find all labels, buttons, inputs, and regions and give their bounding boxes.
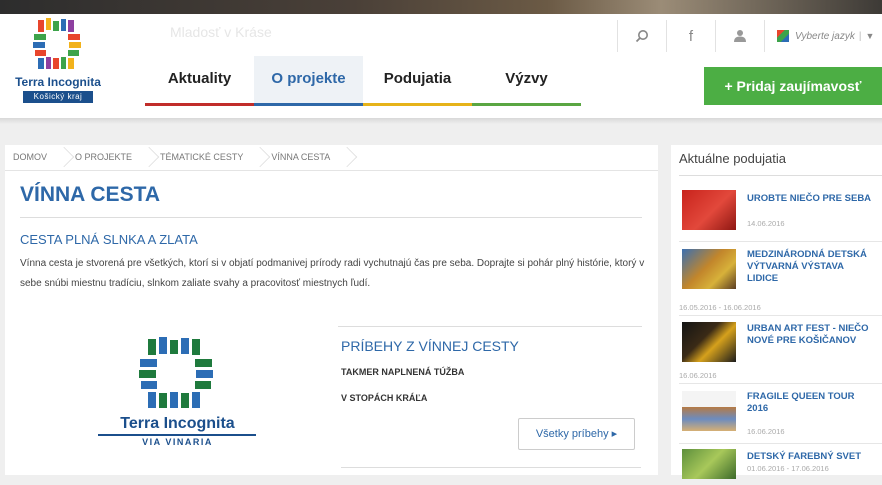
- event-item[interactable]: URBAN ART FEST - NIEČO NOVÉ PRE KOŠIČANO…: [679, 317, 882, 384]
- nav-item-vyzvy[interactable]: Výzvy: [472, 56, 581, 106]
- nav-item-podujatia[interactable]: Podujatia: [363, 56, 472, 106]
- logo-big-sub: VIA VINARIA: [142, 437, 213, 447]
- search-button[interactable]: [617, 20, 666, 52]
- event-date: 16.06.2016: [679, 371, 717, 380]
- event-date: 14.06.2016: [747, 219, 785, 228]
- logo-mark-icon: [33, 18, 81, 69]
- google-translate-icon: [777, 30, 789, 42]
- main-content: DOMOV O PROJEKTE TÉMATICKÉ CESTY VÍNNA C…: [5, 145, 658, 475]
- nav-item-aktuality[interactable]: Aktuality: [145, 56, 254, 106]
- all-stories-button[interactable]: Všetky príbehy ▸: [518, 418, 635, 450]
- event-item[interactable]: UROBTE NIEČO PRE SEBA 14.06.2016: [679, 183, 882, 242]
- language-label: Vyberte jazyk: [795, 30, 855, 42]
- event-title[interactable]: DETSKÝ FAREBNÝ SVET: [747, 451, 877, 463]
- event-title[interactable]: FRAGILE QUEEN TOUR 2016: [747, 391, 877, 415]
- event-date: 16.06.2016: [747, 427, 785, 436]
- user-button[interactable]: [715, 20, 764, 52]
- breadcrumb-domov[interactable]: DOMOV: [5, 145, 59, 170]
- logo-big-name: Terra Incognita: [120, 415, 235, 432]
- story-link[interactable]: TAKMER NAPLNENÁ TÚŽBA: [341, 367, 464, 377]
- ghost-title: Mladosť v Kráse: [170, 24, 272, 40]
- intro-text: Vínna cesta je stvorená pre všetkých, kt…: [20, 258, 645, 289]
- header-shadow: [0, 118, 882, 124]
- event-thumbnail: [682, 190, 736, 230]
- facebook-icon: f: [688, 27, 694, 45]
- event-thumbnail: [682, 449, 736, 479]
- main-nav: Aktuality O projekte Podujatia Výzvy: [145, 56, 581, 106]
- search-icon: [635, 30, 648, 43]
- breadcrumb-separator: [342, 145, 352, 170]
- stories-bottom-divider: [341, 467, 641, 468]
- breadcrumb-separator: [255, 145, 265, 170]
- nav-item-o-projekte[interactable]: O projekte: [254, 56, 363, 106]
- sidebar-divider: [679, 175, 882, 176]
- sidebar-events: Aktuálne podujatia UROBTE NIEČO PRE SEBA…: [671, 145, 882, 479]
- event-item[interactable]: DETSKÝ FAREBNÝ SVET 01.06.2016 - 17.06.2…: [679, 445, 882, 485]
- language-select[interactable]: Vyberte jazyk | ▼: [764, 20, 882, 52]
- breadcrumb-tematicke-cesty[interactable]: TÉMATICKÉ CESTY: [154, 145, 255, 170]
- stories-title[interactable]: PRÍBEHY Z VÍNNEJ CESTY: [341, 338, 519, 354]
- logo-region: Košický kraj: [23, 91, 93, 103]
- hero-image-strip: [0, 0, 882, 14]
- sidebar-title: Aktuálne podujatia: [679, 151, 786, 166]
- add-attraction-button[interactable]: + Pridaj zaujímavosť: [704, 67, 882, 105]
- chevron-down-icon: ▼: [865, 31, 875, 41]
- breadcrumb-vinna-cesta: VÍNNA CESTA: [271, 152, 331, 162]
- event-thumbnail: [682, 322, 736, 362]
- logo-name: Terra Incognita: [15, 75, 101, 89]
- breadcrumb-o-projekte[interactable]: O PROJEKTE: [69, 145, 144, 170]
- event-thumbnail: [682, 391, 736, 431]
- stories-divider: [338, 326, 642, 327]
- logo-big-underline: [98, 434, 256, 436]
- event-title[interactable]: URBAN ART FEST - NIEČO NOVÉ PRE KOŠIČANO…: [747, 323, 877, 347]
- logo-big-mark-icon: [139, 337, 213, 408]
- top-tools: f Vyberte jazyk | ▼: [617, 20, 882, 52]
- story-link[interactable]: V STOPÁCH KRÁĽA: [341, 393, 427, 403]
- site-header: Terra Incognita Košický kraj Mladosť v K…: [0, 14, 882, 118]
- event-thumbnail: [682, 249, 736, 289]
- language-separator: |: [858, 30, 862, 42]
- title-divider: [20, 217, 642, 218]
- site-logo[interactable]: Terra Incognita Košický kraj: [5, 18, 109, 108]
- facebook-button[interactable]: f: [666, 20, 715, 52]
- page-subtitle: CESTA PLNÁ SLNKA A ZLATA: [20, 232, 198, 247]
- breadcrumb: DOMOV O PROJEKTE TÉMATICKÉ CESTY VÍNNA C…: [5, 145, 658, 171]
- via-vinaria-logo: Terra Incognita VIA VINARIA: [95, 337, 260, 452]
- event-title[interactable]: UROBTE NIEČO PRE SEBA: [747, 193, 877, 205]
- user-icon: [734, 30, 746, 42]
- breadcrumb-separator: [59, 145, 69, 170]
- event-title[interactable]: MEDZINÁRODNÁ DETSKÁ VÝTVARNÁ VÝSTAVA LID…: [747, 249, 877, 285]
- breadcrumb-separator: [144, 145, 154, 170]
- event-item[interactable]: MEDZINÁRODNÁ DETSKÁ VÝTVARNÁ VÝSTAVA LID…: [679, 243, 882, 316]
- page-title: VÍNNA CESTA: [20, 183, 161, 206]
- event-date: 16.05.2016 - 16.06.2016: [679, 303, 761, 312]
- event-item[interactable]: FRAGILE QUEEN TOUR 2016 16.06.2016: [679, 385, 882, 444]
